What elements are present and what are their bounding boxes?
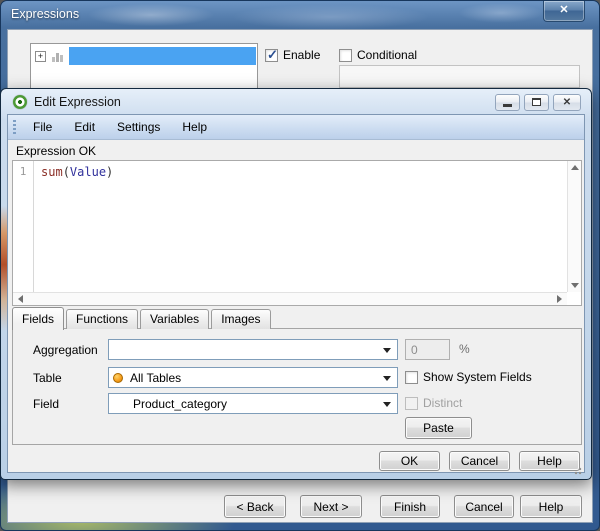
- aggregation-label: Aggregation: [33, 343, 98, 357]
- menu-file[interactable]: File: [22, 116, 63, 138]
- tree-expander-icon[interactable]: +: [35, 50, 46, 62]
- horizontal-scrollbar[interactable]: [13, 292, 567, 305]
- aggregation-combobox[interactable]: [108, 339, 398, 360]
- code-argument: Value: [69, 165, 107, 179]
- chevron-down-icon[interactable]: [383, 348, 391, 353]
- conditional-checkbox[interactable]: Conditional: [339, 49, 417, 62]
- menu-settings[interactable]: Settings: [106, 116, 171, 138]
- percent-sign: %: [459, 342, 470, 356]
- checkbox-box: [405, 397, 418, 410]
- tab-fields[interactable]: Fields: [12, 307, 65, 330]
- scroll-left-icon[interactable]: [18, 295, 23, 303]
- toolbar-grip-icon[interactable]: [13, 119, 16, 135]
- percent-input: [405, 339, 450, 360]
- line-number: 1: [19, 165, 27, 178]
- help-button-label: Help: [537, 454, 562, 468]
- distinct-label: Distinct: [423, 396, 463, 410]
- dialog-close-button[interactable]: ✕: [553, 93, 581, 111]
- tree-row[interactable]: +: [31, 44, 257, 66]
- selected-expression-item[interactable]: [69, 47, 256, 65]
- all-tables-icon: [113, 372, 123, 383]
- ok-button-label: OK: [400, 454, 419, 468]
- tab-strip: Fields Functions Variables Images: [12, 306, 273, 330]
- window-controls: ✕: [495, 93, 581, 111]
- help-button[interactable]: Help: [520, 495, 582, 518]
- dialog-buttons: OK Cancel Help: [379, 451, 580, 471]
- code-paren-close: ): [106, 165, 114, 179]
- dialog-help-button[interactable]: Help: [519, 451, 580, 471]
- checkbox-box[interactable]: ✓: [265, 47, 278, 62]
- edit-expression-dialog: Edit Expression ✕ File Edit Settings Hel…: [0, 88, 592, 480]
- fields-tab-panel: Aggregation % Table All Tables Show Syst…: [12, 328, 582, 445]
- dialog-cancel-button[interactable]: Cancel: [449, 451, 510, 471]
- help-button-label: Help: [538, 499, 564, 514]
- ok-button[interactable]: OK: [379, 451, 440, 471]
- distinct-checkbox: Distinct: [405, 397, 462, 410]
- table-value: All Tables: [130, 370, 182, 385]
- tab-variables[interactable]: Variables: [140, 309, 210, 329]
- show-system-fields-checkbox[interactable]: Show System Fields: [405, 371, 532, 384]
- enable-checkbox[interactable]: ✓ Enable: [265, 47, 321, 62]
- menu-bar: File Edit Settings Help: [8, 115, 584, 140]
- expression-editor[interactable]: 1 sum(Value): [12, 160, 582, 306]
- tab-functions[interactable]: Functions: [66, 309, 139, 329]
- screen: Expressions ✕ + ✓ Enable Conditional < B…: [0, 0, 600, 531]
- field-combobox[interactable]: Product_category: [108, 393, 398, 414]
- menu-edit[interactable]: Edit: [63, 116, 106, 138]
- chevron-down-icon[interactable]: [383, 376, 391, 381]
- maximize-icon: [532, 98, 541, 106]
- conditional-label: Conditional: [357, 48, 418, 62]
- table-combobox[interactable]: All Tables: [108, 367, 398, 388]
- field-label: Field: [33, 397, 60, 411]
- scroll-up-icon[interactable]: [571, 165, 579, 170]
- checkmark-icon: ✓: [267, 47, 278, 62]
- conditional-expression-input: [339, 65, 580, 88]
- status-line: Expression OK: [8, 140, 584, 160]
- paste-button[interactable]: Paste: [405, 417, 472, 439]
- enable-label: Enable: [283, 48, 321, 62]
- window-title: Expressions: [11, 7, 80, 21]
- show-system-fields-label: Show System Fields: [423, 370, 532, 384]
- next-button-label: Next >: [313, 499, 349, 514]
- cancel-button-label: Cancel: [460, 454, 499, 468]
- code-paren-open: (: [62, 165, 70, 179]
- app-icon: [13, 95, 27, 109]
- next-button[interactable]: Next >: [300, 495, 362, 518]
- checkbox-box[interactable]: [339, 49, 352, 62]
- dialog-title: Edit Expression: [34, 95, 121, 109]
- code-function: sum: [41, 165, 63, 179]
- cancel-button[interactable]: Cancel: [454, 495, 514, 518]
- cancel-button-label: Cancel: [465, 499, 503, 514]
- resize-grip[interactable]: [573, 467, 582, 476]
- dialog-body: File Edit Settings Help Expression OK 1 …: [7, 114, 585, 476]
- paste-button-label: Paste: [423, 421, 454, 435]
- dialog-titlebar[interactable]: Edit Expression ✕: [2, 90, 590, 114]
- close-icon: ✕: [559, 4, 569, 16]
- scroll-right-icon[interactable]: [557, 295, 562, 303]
- menu-help[interactable]: Help: [171, 116, 218, 138]
- chart-icon: [51, 50, 65, 63]
- maximize-button[interactable]: [524, 93, 549, 111]
- finish-button[interactable]: Finish: [380, 495, 440, 518]
- scroll-down-icon[interactable]: [571, 283, 579, 288]
- minimize-icon: [503, 103, 512, 107]
- finish-button-label: Finish: [393, 499, 426, 514]
- chevron-down-icon[interactable]: [383, 402, 391, 407]
- field-value: Product_category: [133, 396, 228, 411]
- vertical-scrollbar[interactable]: [567, 161, 581, 292]
- close-icon: ✕: [562, 96, 572, 108]
- expression-code[interactable]: sum(Value): [41, 165, 113, 179]
- tab-images[interactable]: Images: [211, 309, 271, 329]
- expression-status: Expression OK: [16, 144, 97, 158]
- expressions-titlebar[interactable]: Expressions ✕: [1, 1, 599, 29]
- checkbox-box[interactable]: [405, 371, 418, 384]
- minimize-button[interactable]: [495, 93, 520, 111]
- line-number-gutter: 1: [13, 161, 34, 292]
- back-button-label: < Back: [236, 499, 274, 514]
- back-button[interactable]: < Back: [224, 495, 286, 518]
- close-button[interactable]: ✕: [543, 1, 585, 22]
- table-label: Table: [33, 371, 62, 385]
